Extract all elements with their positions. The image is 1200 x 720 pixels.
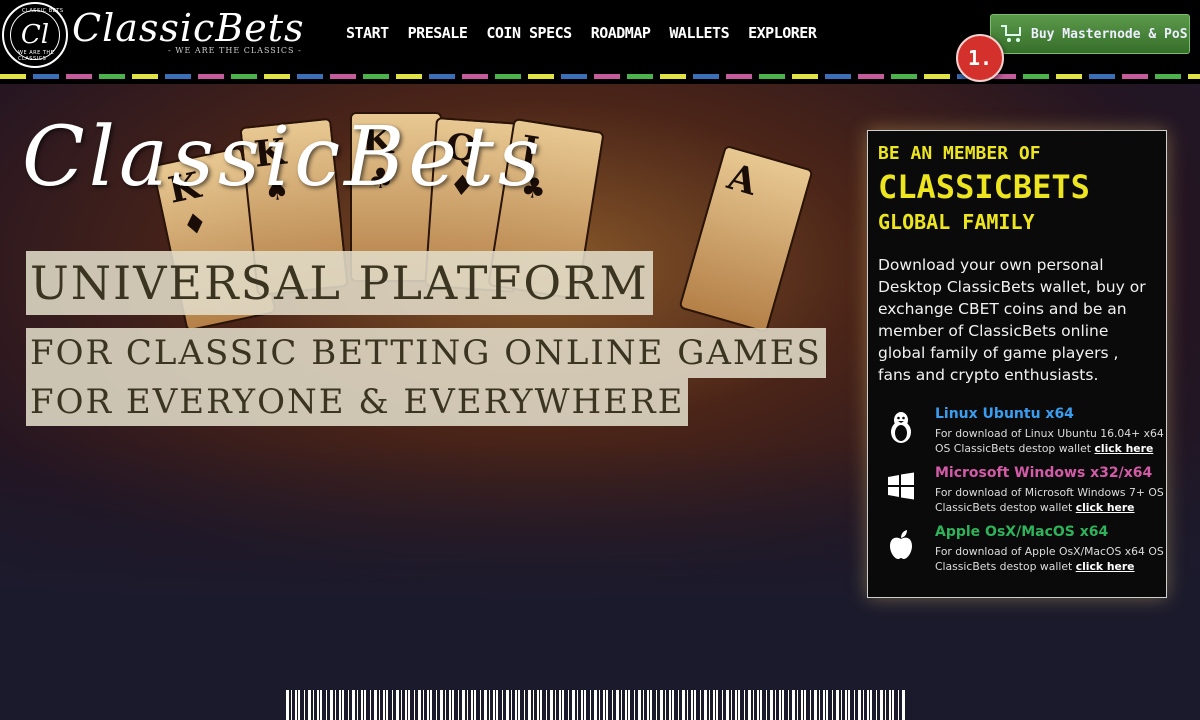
windows-icon — [888, 472, 914, 500]
nav-explorer[interactable]: EXPLORER — [748, 24, 817, 42]
main-nav: START PRESALE COIN SPECS ROADMAP WALLETS… — [346, 24, 817, 42]
nav-start[interactable]: START — [346, 24, 389, 42]
panel-heading-line-3: GLOBAL FAMILY — [878, 210, 1035, 234]
download-linux: Linux Ubuntu x64 For download of Linux U… — [878, 406, 1164, 465]
download-apple: Apple OsX/MacOS x64 For download of Appl… — [878, 524, 1164, 583]
logo-tagline: - WE ARE THE CLASSICS - — [168, 46, 302, 55]
logo-wordmark[interactable]: ClassicBets — [72, 6, 305, 50]
card-suit-icon: ♦ — [179, 205, 211, 243]
cart-icon — [1001, 25, 1023, 43]
linux-tux-icon — [891, 412, 911, 443]
download-windows: Microsoft Windows x32/x64 For download o… — [878, 465, 1164, 524]
step-badge: 1. — [956, 34, 1004, 82]
hero-script-title: ClassicBets — [22, 110, 544, 205]
hero-subheadline-1: FOR CLASSIC BETTING ONLINE GAMES — [26, 328, 826, 378]
card-letter: A — [722, 155, 762, 204]
color-stripe-divider — [0, 74, 1200, 79]
hero-subheadline-2: FOR EVERYONE & EVERYWHERE — [26, 378, 689, 426]
download-windows-text: For download of Microsoft Windows 7+ OS … — [935, 486, 1164, 514]
panel-description: Download your own personal Desktop Class… — [878, 256, 1146, 384]
wallet-download-panel: BE AN MEMBER OF CLASSICBETS GLOBAL FAMIL… — [867, 130, 1167, 598]
panel-heading-line-1: BE AN MEMBER OF — [878, 143, 1041, 164]
seal-top-text: CLASSIC BETS — [22, 8, 64, 14]
site-header: CLASSIC BETS Cl WE ARE THE CLASSICS Clas… — [0, 0, 1200, 84]
download-windows-title[interactable]: Microsoft Windows x32/x64 — [935, 465, 1152, 481]
nav-wallets[interactable]: WALLETS — [669, 24, 729, 42]
panel-heading-line-2: CLASSICBETS — [878, 168, 1090, 206]
download-apple-link[interactable]: click here — [1076, 560, 1135, 573]
download-linux-title[interactable]: Linux Ubuntu x64 — [935, 406, 1074, 422]
download-windows-link[interactable]: click here — [1076, 501, 1135, 514]
download-linux-text: For download of Linux Ubuntu 16.04+ x64 … — [935, 427, 1164, 455]
download-apple-title[interactable]: Apple OsX/MacOS x64 — [935, 524, 1108, 540]
seal-bottom-text: WE ARE THE CLASSICS — [18, 50, 55, 62]
download-apple-text: For download of Apple OsX/MacOS x64 OS C… — [935, 545, 1164, 573]
buy-masternode-button[interactable]: Buy Masternode & PoS — [990, 14, 1190, 54]
buy-masternode-label: Buy Masternode & PoS — [1031, 26, 1188, 42]
nav-coin-specs[interactable]: COIN SPECS — [486, 24, 572, 42]
nav-presale[interactable]: PRESALE — [408, 24, 468, 42]
apple-icon — [890, 530, 912, 559]
nav-roadmap[interactable]: ROADMAP — [591, 24, 651, 42]
playing-card: A — [678, 144, 814, 334]
hero-headline: UNIVERSAL PLATFORM — [26, 251, 653, 315]
logo-seal[interactable]: CLASSIC BETS Cl WE ARE THE CLASSICS — [2, 2, 68, 68]
download-linux-link[interactable]: click here — [1094, 442, 1153, 455]
barcode-decoration — [286, 690, 906, 720]
download-list: Linux Ubuntu x64 For download of Linux U… — [878, 406, 1164, 583]
